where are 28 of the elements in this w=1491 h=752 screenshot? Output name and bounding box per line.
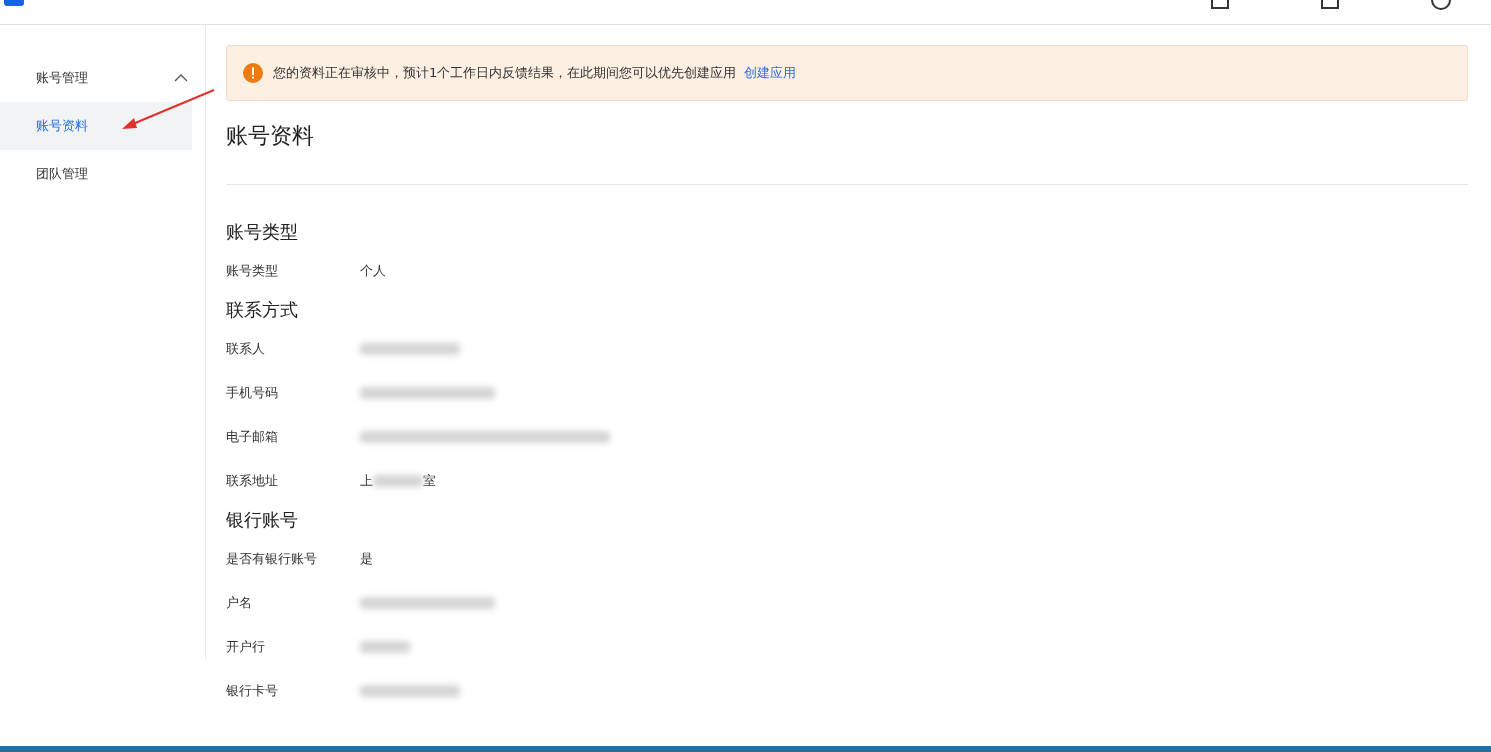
page-title: 账号资料: [226, 122, 315, 150]
field-label: 户名: [226, 594, 253, 612]
field-label: 银行卡号: [226, 682, 279, 700]
field-label: 联系人: [226, 340, 266, 358]
field-value: 室: [423, 472, 436, 490]
user-icon[interactable]: [1431, 0, 1451, 10]
create-app-link[interactable]: 创建应用: [744, 64, 797, 82]
field-label: 是否有银行账号: [226, 550, 318, 568]
field-label: 开户行: [226, 638, 266, 656]
sidebar-group[interactable]: 账号管理: [0, 54, 192, 102]
group-label: 账号管理: [36, 69, 88, 87]
field-value: 上: [360, 472, 373, 490]
section-heading: 银行账号: [226, 508, 299, 532]
field-label: 手机号码: [226, 384, 279, 402]
field-label: 账号类型: [226, 262, 279, 280]
logo-icon: [4, 0, 24, 6]
field-value: 个人: [360, 262, 386, 280]
section-heading: 账号类型: [226, 220, 299, 244]
field-label: 联系地址: [226, 472, 279, 490]
section-heading: 联系方式: [226, 298, 299, 322]
sidebar-item[interactable]: 团队管理: [0, 150, 192, 198]
document-icon[interactable]: [1211, 0, 1229, 9]
alert-message: 您的资料正在审核中，预计1个工作日内反馈结果，在此期间您可以优先创建应用: [273, 64, 737, 82]
field-value: 是: [360, 550, 373, 568]
sidebar-item[interactable]: 账号资料: [0, 102, 192, 150]
warning-icon: [243, 63, 263, 83]
field-label: 电子邮箱: [226, 428, 279, 446]
document-icon[interactable]: [1321, 0, 1339, 9]
